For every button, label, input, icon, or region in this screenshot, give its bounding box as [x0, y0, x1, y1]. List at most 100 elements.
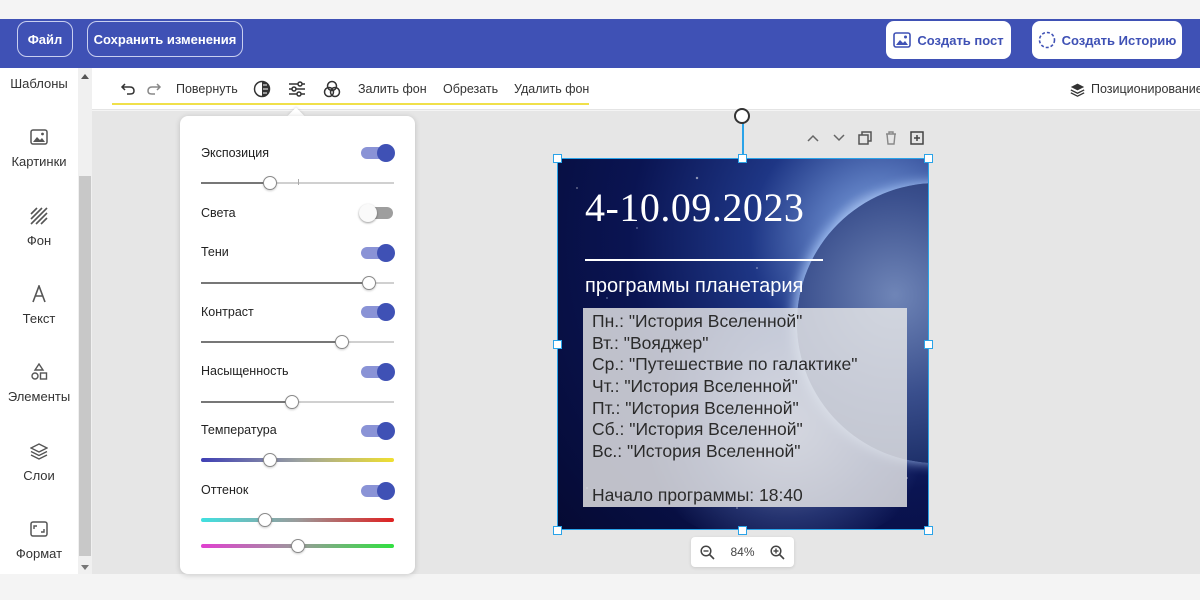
saturation-slider[interactable] — [201, 395, 394, 409]
adjustments-panel: Экспозиция Света Тени Контраст Насыщенно… — [180, 116, 415, 574]
tint-slider-cyan-red[interactable] — [201, 513, 394, 527]
saturation-toggle[interactable] — [361, 363, 395, 381]
bottom-strip — [0, 574, 1200, 600]
design-subtitle-text[interactable]: программы планетария — [585, 275, 803, 298]
schedule-line: Вт.: "Вояджер" — [592, 333, 709, 353]
sidebar-item-label: Элементы — [7, 389, 71, 404]
editor-window: Файл Сохранить изменения Создать пост Со… — [0, 0, 1200, 600]
resize-handle-top[interactable] — [738, 154, 747, 163]
text-icon — [0, 283, 78, 305]
top-bar: Файл Сохранить изменения Создать пост Со… — [0, 19, 1200, 68]
zoom-out-icon[interactable] — [700, 544, 715, 560]
resize-handle-top-left[interactable] — [553, 154, 562, 163]
sidebar-item-layers[interactable]: Слои — [0, 440, 78, 483]
sidebar-item-templates[interactable]: Шаблоны — [0, 76, 78, 91]
rotate-button[interactable]: Повернуть — [176, 78, 238, 100]
design-date-text[interactable]: 4-10.09.2023 — [585, 184, 804, 231]
tint-label: Оттенок — [201, 483, 249, 497]
contrast-toggle[interactable] — [361, 303, 395, 321]
zoom-in-icon[interactable] — [770, 544, 785, 560]
resize-handle-bottom-right[interactable] — [924, 526, 933, 535]
filter-icon[interactable] — [253, 78, 271, 100]
temperature-toggle[interactable] — [361, 422, 395, 440]
sidebar-item-text[interactable]: Текст — [0, 283, 78, 326]
remove-background-button[interactable]: Удалить фон — [514, 78, 589, 100]
color-blend-icon[interactable] — [323, 78, 341, 100]
tint-toggle[interactable] — [361, 482, 395, 500]
sidebar-item-label: Текст — [22, 311, 56, 326]
resize-handle-top-right[interactable] — [924, 154, 933, 163]
temperature-slider[interactable] — [201, 453, 394, 467]
adjustments-sliders-icon[interactable] — [288, 78, 306, 100]
positioning-button[interactable]: Позиционирование — [1070, 78, 1200, 100]
design-canvas[interactable]: 4-10.09.2023 программы планетария Пн.: "… — [557, 158, 929, 530]
delete-icon[interactable] — [884, 131, 898, 145]
element-controls — [806, 130, 924, 146]
scroll-down-arrow-icon[interactable] — [81, 565, 89, 570]
resize-handle-bottom-left[interactable] — [553, 526, 562, 535]
schedule-line: Пн.: "История Вселенной" — [592, 311, 803, 331]
shadows-toggle[interactable] — [361, 244, 395, 262]
sidebar-scrollbar[interactable] — [78, 68, 92, 574]
format-icon — [0, 518, 78, 540]
zoom-control: 84% — [691, 537, 794, 567]
start-time-line: Начало программы: 18:40 — [592, 485, 803, 505]
zoom-level: 84% — [730, 545, 755, 559]
layers-icon — [1070, 82, 1085, 97]
save-changes-button[interactable]: Сохранить изменения — [87, 21, 243, 57]
undo-icon[interactable] — [120, 78, 136, 100]
sidebar-item-label: Слои — [23, 468, 55, 483]
shadows-label: Тени — [201, 245, 229, 259]
move-up-icon[interactable] — [806, 131, 820, 145]
shadows-slider[interactable] — [201, 276, 394, 290]
tint-slider-magenta-green[interactable] — [201, 539, 394, 553]
contrast-slider[interactable] — [201, 335, 394, 349]
move-down-icon[interactable] — [832, 131, 846, 145]
fill-background-button[interactable]: Залить фон — [358, 78, 427, 100]
background-pattern-icon — [0, 205, 78, 227]
highlights-label: Света — [201, 206, 236, 220]
redo-icon[interactable] — [146, 78, 162, 100]
exposure-slider[interactable] — [201, 176, 394, 190]
highlights-toggle[interactable] — [359, 204, 393, 222]
schedule-line: Чт.: "История Вселенной" — [592, 376, 798, 396]
saturation-label: Насыщенность — [201, 364, 289, 378]
sidebar-item-label: Формат — [15, 546, 63, 561]
sidebar-item-background[interactable]: Фон — [0, 205, 78, 248]
schedule-line: Вс.: "История Вселенной" — [592, 441, 801, 461]
file-menu-button[interactable]: Файл — [17, 21, 73, 57]
create-story-button[interactable]: Создать Историю — [1032, 21, 1182, 59]
left-sidebar: Шаблоны Картинки Фон Текст Элементы Слои… — [0, 68, 92, 574]
create-post-button[interactable]: Создать пост — [886, 21, 1011, 59]
crop-button[interactable]: Обрезать — [443, 78, 498, 100]
resize-handle-right[interactable] — [924, 340, 933, 349]
schedule-line: Пт.: "История Вселенной" — [592, 398, 799, 418]
schedule-line: Ср.: "Путешествие по галактике" — [592, 354, 858, 374]
image-toolbar: Повернуть Залить фон Обрезать Удалить фо… — [92, 68, 1200, 110]
temperature-label: Температура — [201, 423, 277, 437]
image-icon — [0, 126, 78, 148]
sidebar-item-format[interactable]: Формат — [0, 518, 78, 561]
positioning-label: Позиционирование — [1091, 82, 1200, 96]
add-icon[interactable] — [910, 131, 924, 145]
image-icon — [893, 32, 912, 48]
resize-handle-bottom[interactable] — [738, 526, 747, 535]
sidebar-item-elements[interactable]: Элементы — [0, 361, 78, 404]
layers-icon — [0, 440, 78, 462]
duplicate-icon[interactable] — [858, 131, 872, 145]
design-divider — [585, 259, 823, 261]
sidebar-scroll-thumb[interactable] — [79, 176, 91, 556]
rotate-handle-icon[interactable] — [734, 108, 750, 124]
resize-handle-left[interactable] — [553, 340, 562, 349]
exposure-label: Экспозиция — [201, 146, 270, 160]
create-story-label: Создать Историю — [1061, 32, 1177, 48]
schedule-line: Сб.: "История Вселенной" — [592, 419, 803, 439]
contrast-label: Контраст — [201, 305, 254, 319]
elements-icon — [0, 361, 78, 383]
create-post-label: Создать пост — [917, 32, 1004, 48]
scroll-up-arrow-icon[interactable] — [81, 74, 89, 79]
sidebar-item-pictures[interactable]: Картинки — [0, 126, 78, 169]
story-circle-icon — [1038, 31, 1056, 49]
exposure-toggle[interactable] — [361, 144, 395, 162]
sidebar-item-label: Картинки — [11, 154, 67, 169]
